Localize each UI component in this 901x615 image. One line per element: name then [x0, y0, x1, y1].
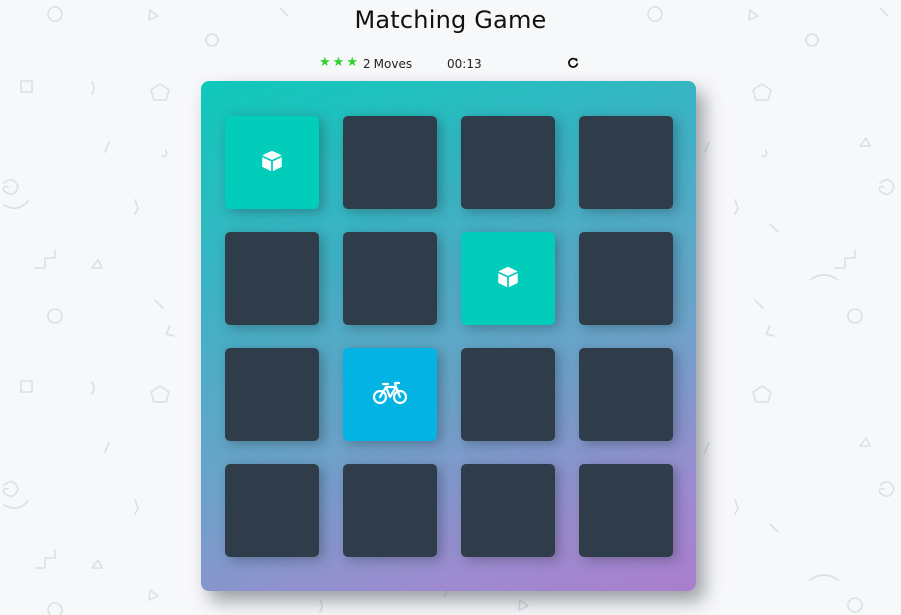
card[interactable] [579, 348, 673, 441]
game-container: Matching Game ★ ★ ★ 2 Moves 00:13 [0, 0, 901, 615]
moves-counter: 2 Moves [363, 56, 412, 72]
card[interactable] [225, 464, 319, 557]
moves-count: 2 [363, 57, 371, 71]
card[interactable] [579, 232, 673, 325]
star-icon: ★ [346, 55, 358, 70]
card[interactable] [343, 348, 437, 441]
star-icon: ★ [319, 55, 331, 70]
card[interactable] [343, 116, 437, 209]
card[interactable] [343, 232, 437, 325]
card[interactable] [225, 232, 319, 325]
card[interactable] [461, 232, 555, 325]
card[interactable] [579, 116, 673, 209]
restart-icon [568, 57, 579, 68]
restart-button[interactable] [565, 55, 581, 71]
bicycle-icon [372, 381, 408, 409]
score-panel: ★ ★ ★ 2 Moves 00:13 [319, 55, 581, 73]
card[interactable] [225, 116, 319, 209]
card[interactable] [461, 348, 555, 441]
card[interactable] [461, 116, 555, 209]
timer: 00:13 [447, 57, 482, 71]
star-icon: ★ [332, 55, 345, 70]
star-rating: ★ ★ ★ [319, 55, 358, 71]
moves-label: Moves [373, 57, 413, 71]
game-title: Matching Game [354, 6, 547, 34]
card[interactable] [343, 464, 437, 557]
card-deck [201, 81, 696, 591]
card[interactable] [579, 464, 673, 557]
cube-icon [259, 148, 285, 178]
card[interactable] [461, 464, 555, 557]
card[interactable] [225, 348, 319, 441]
cube-icon [495, 264, 521, 294]
